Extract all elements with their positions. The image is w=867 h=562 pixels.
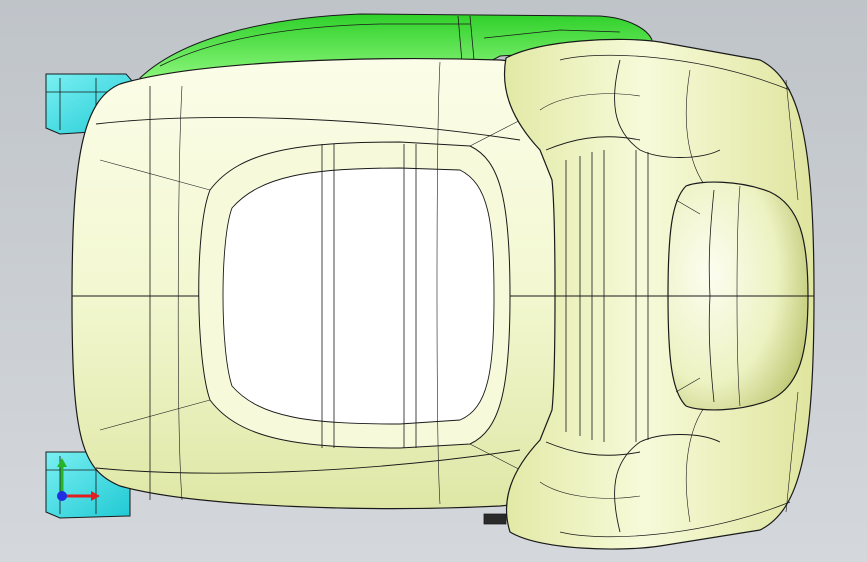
coordinate-triad [48,452,108,512]
z-axis-icon [57,491,67,501]
headrest[interactable] [667,181,809,411]
seat-cushion[interactable] [71,58,576,510]
seat-model-view[interactable] [0,0,867,562]
cad-graphics-viewport[interactable] [0,0,867,562]
adjuster-mechanism [483,513,507,525]
